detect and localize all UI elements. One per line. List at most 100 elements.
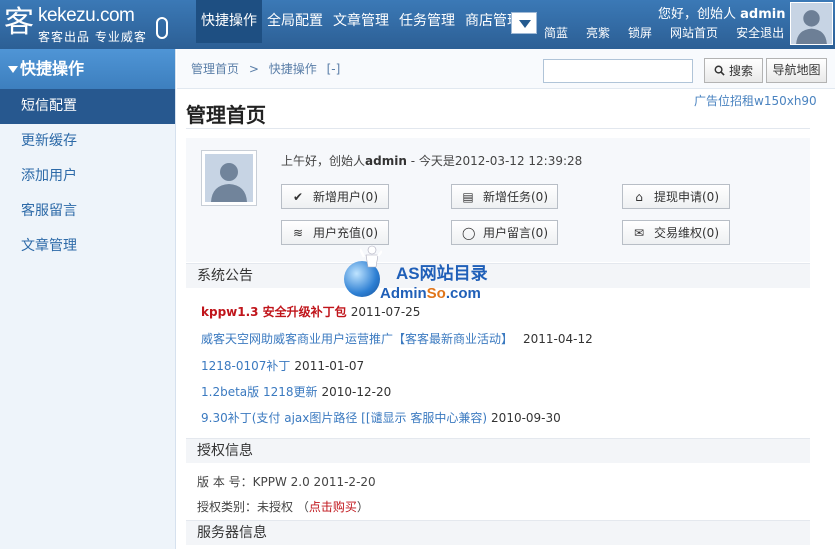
sidebar-item-update-cache[interactable]: 更新缓存 [0, 124, 175, 159]
welcome-date: - 今天是2012-03-12 12:39:28 [406, 154, 583, 168]
license-header: 授权信息 [186, 438, 810, 463]
site-logo[interactable]: 客 kekezu.com 客客出品 专业威客 [4, 3, 190, 45]
breadcrumb-current[interactable]: 快捷操作 [269, 62, 317, 76]
version-info: 版 本 号：KPPW 2.0 2011-2-20 [197, 473, 376, 490]
notice-date: 2010-09-30 [491, 411, 561, 425]
sidebar-item-add-user[interactable]: 添加用户 [0, 159, 175, 194]
watermark-title: AS网站目录 [396, 264, 488, 283]
buy-open-paren: （ [296, 500, 309, 514]
watermark-domain-a: Admin [380, 285, 427, 302]
version-label: 版 本 号： [197, 475, 253, 489]
buy-close-paren: ） [356, 500, 369, 514]
license-type-info: 授权类别：未授权 （点击购买） [197, 498, 369, 515]
main-nav: 快捷操作 全局配置 文章管理 任务管理 商店管理 [196, 0, 537, 49]
user-messages-label: 用户留言(0) [483, 226, 548, 240]
theme-blue-link[interactable]: 简蓝 [544, 24, 568, 41]
new-tasks-label: 新增任务(0) [483, 190, 548, 204]
nav-article-management[interactable]: 文章管理 [328, 0, 394, 43]
logout-link[interactable]: 安全退出 [736, 24, 784, 41]
logo-text: kekezu.com [38, 5, 135, 26]
breadcrumb-home[interactable]: 管理首页 [191, 62, 239, 76]
trade-disputes-button[interactable]: ✉ 交易维权(0) [622, 220, 730, 245]
sidebar: 快捷操作 短信配置 更新缓存 添加用户 客服留言 文章管理 [0, 49, 176, 549]
logo-mark-icon: 客 [4, 5, 34, 40]
trade-disputes-label: 交易维权(0) [654, 226, 719, 240]
page-title: 管理首页 [186, 103, 266, 127]
new-users-button[interactable]: ✔ 新增用户(0) [281, 184, 389, 209]
watermark-domain-c: .com [445, 285, 481, 302]
user-silhouette-icon [791, 3, 832, 44]
notice-date: 2011-07-25 [350, 305, 421, 319]
server-info-header: 服务器信息 [186, 520, 810, 545]
check-icon: ✔ [292, 189, 304, 204]
watermark-domain-b: So [426, 285, 446, 302]
breadcrumb-separator: > [248, 62, 259, 76]
watermark-logo: AS网站目录 AdminSo.com [340, 243, 500, 305]
watermark-domain: AdminSo.com [380, 285, 481, 302]
welcome-message: 上午好，创始人admin - 今天是2012-03-12 12:39:28 [281, 152, 582, 169]
user-messages-button[interactable]: ◯ 用户留言(0) [451, 220, 558, 245]
breadcrumb: 管理首页 > 快捷操作 [-] [191, 60, 346, 77]
ad-slot-link[interactable]: 广告位招租w150xh90 [694, 92, 817, 109]
collapse-arrow-icon [8, 66, 18, 73]
search-input[interactable] [543, 59, 693, 83]
notice-title: 9.30补丁(支付 ajax图片路径 [[谴显示 客服中心兼容) [201, 411, 488, 425]
person-figure-icon [360, 245, 382, 268]
withdraw-requests-label: 提现申请(0) [654, 190, 719, 204]
breadcrumb-toggle[interactable]: [-] [327, 62, 341, 76]
home-icon: ⌂ [635, 189, 643, 204]
lock-screen-link[interactable]: 锁屏 [628, 24, 652, 41]
notice-date: 2011-01-07 [294, 359, 365, 373]
user-greeting: 您好，创始人 admin [658, 3, 786, 22]
notice-date: 2011-04-12 [523, 332, 593, 346]
license-type-label: 授权类别： [197, 500, 258, 514]
sidebar-item-sms-config[interactable]: 短信配置 [0, 89, 175, 124]
rss-icon: ≋ [292, 225, 304, 240]
license-type-value: 未授权 [257, 500, 294, 514]
notice-item[interactable]: 9.30补丁(支付 ajax图片路径 [[谴显示 客服中心兼容) 2010-09-… [201, 409, 561, 426]
breadcrumb-bar: 管理首页 > 快捷操作 [-] 搜索 导航地图 [177, 49, 835, 89]
user-silhouette-icon [205, 154, 253, 202]
mail-icon: ✉ [633, 225, 645, 240]
sidebar-item-articles[interactable]: 文章管理 [0, 229, 175, 264]
logo-subtitle: 客客出品 专业威客 [38, 30, 147, 44]
nav-quick-actions[interactable]: 快捷操作 [196, 0, 262, 43]
nav-more-dropdown-icon[interactable] [511, 12, 537, 34]
new-users-label: 新增用户(0) [313, 190, 378, 204]
nav-global-config[interactable]: 全局配置 [262, 0, 328, 43]
header-username: admin [740, 7, 786, 22]
withdraw-requests-button[interactable]: ⌂ 提现申请(0) [622, 184, 730, 209]
notice-date: 2010-12-20 [321, 385, 392, 399]
top-header: 客 kekezu.com 客客出品 专业威客 快捷操作 全局配置 文章管理 任务… [0, 0, 835, 49]
welcome-prefix: 上午好，创始人 [281, 154, 366, 168]
search-button[interactable]: 搜索 [704, 58, 763, 83]
header-avatar[interactable] [790, 2, 833, 45]
notice-title: 威客天空网助威客商业用户运营推广【客客最新商业活动】 [201, 332, 514, 346]
user-recharge-button[interactable]: ≋ 用户充值(0) [281, 220, 389, 245]
notice-item[interactable]: 1.2beta版 1218更新 2010-12-20 [201, 383, 391, 400]
theme-purple-link[interactable]: 亮紫 [586, 24, 610, 41]
site-home-link[interactable]: 网站首页 [670, 24, 718, 41]
sidebar-title-label: 快捷操作 [20, 59, 85, 78]
title-divider [186, 128, 810, 129]
notice-item[interactable]: 威客天空网助威客商业用户运营推广【客客最新商业活动】 2011-04-12 [201, 330, 593, 347]
sitemap-button[interactable]: 导航地图 [766, 58, 827, 83]
welcome-username: admin [365, 154, 407, 168]
nav-task-management[interactable]: 任务管理 [394, 0, 460, 43]
buy-license-link[interactable]: 点击购买 [309, 500, 357, 514]
user-recharge-label: 用户充值(0) [313, 226, 378, 240]
notice-title: 1.2beta版 1218更新 [201, 385, 318, 399]
search-button-label: 搜索 [728, 64, 753, 78]
notice-title: kppw1.3 安全升级补丁包 [201, 305, 347, 319]
version-value: KPPW 2.0 2011-2-20 [252, 475, 376, 489]
notice-item[interactable]: 1218-0107补丁 2011-01-07 [201, 357, 364, 374]
notice-item[interactable]: kppw1.3 安全升级补丁包 2011-07-25 [201, 303, 420, 320]
sidebar-title[interactable]: 快捷操作 [0, 49, 175, 89]
logo-clip-icon [156, 17, 168, 39]
task-icon: ▤ [462, 189, 474, 204]
sidebar-item-service-messages[interactable]: 客服留言 [0, 194, 175, 229]
search-icon [714, 65, 725, 76]
utility-links: 简蓝 亮紫 锁屏 网站首页 安全退出 [544, 24, 802, 41]
comment-icon: ◯ [462, 225, 476, 240]
new-tasks-button[interactable]: ▤ 新增任务(0) [451, 184, 558, 209]
